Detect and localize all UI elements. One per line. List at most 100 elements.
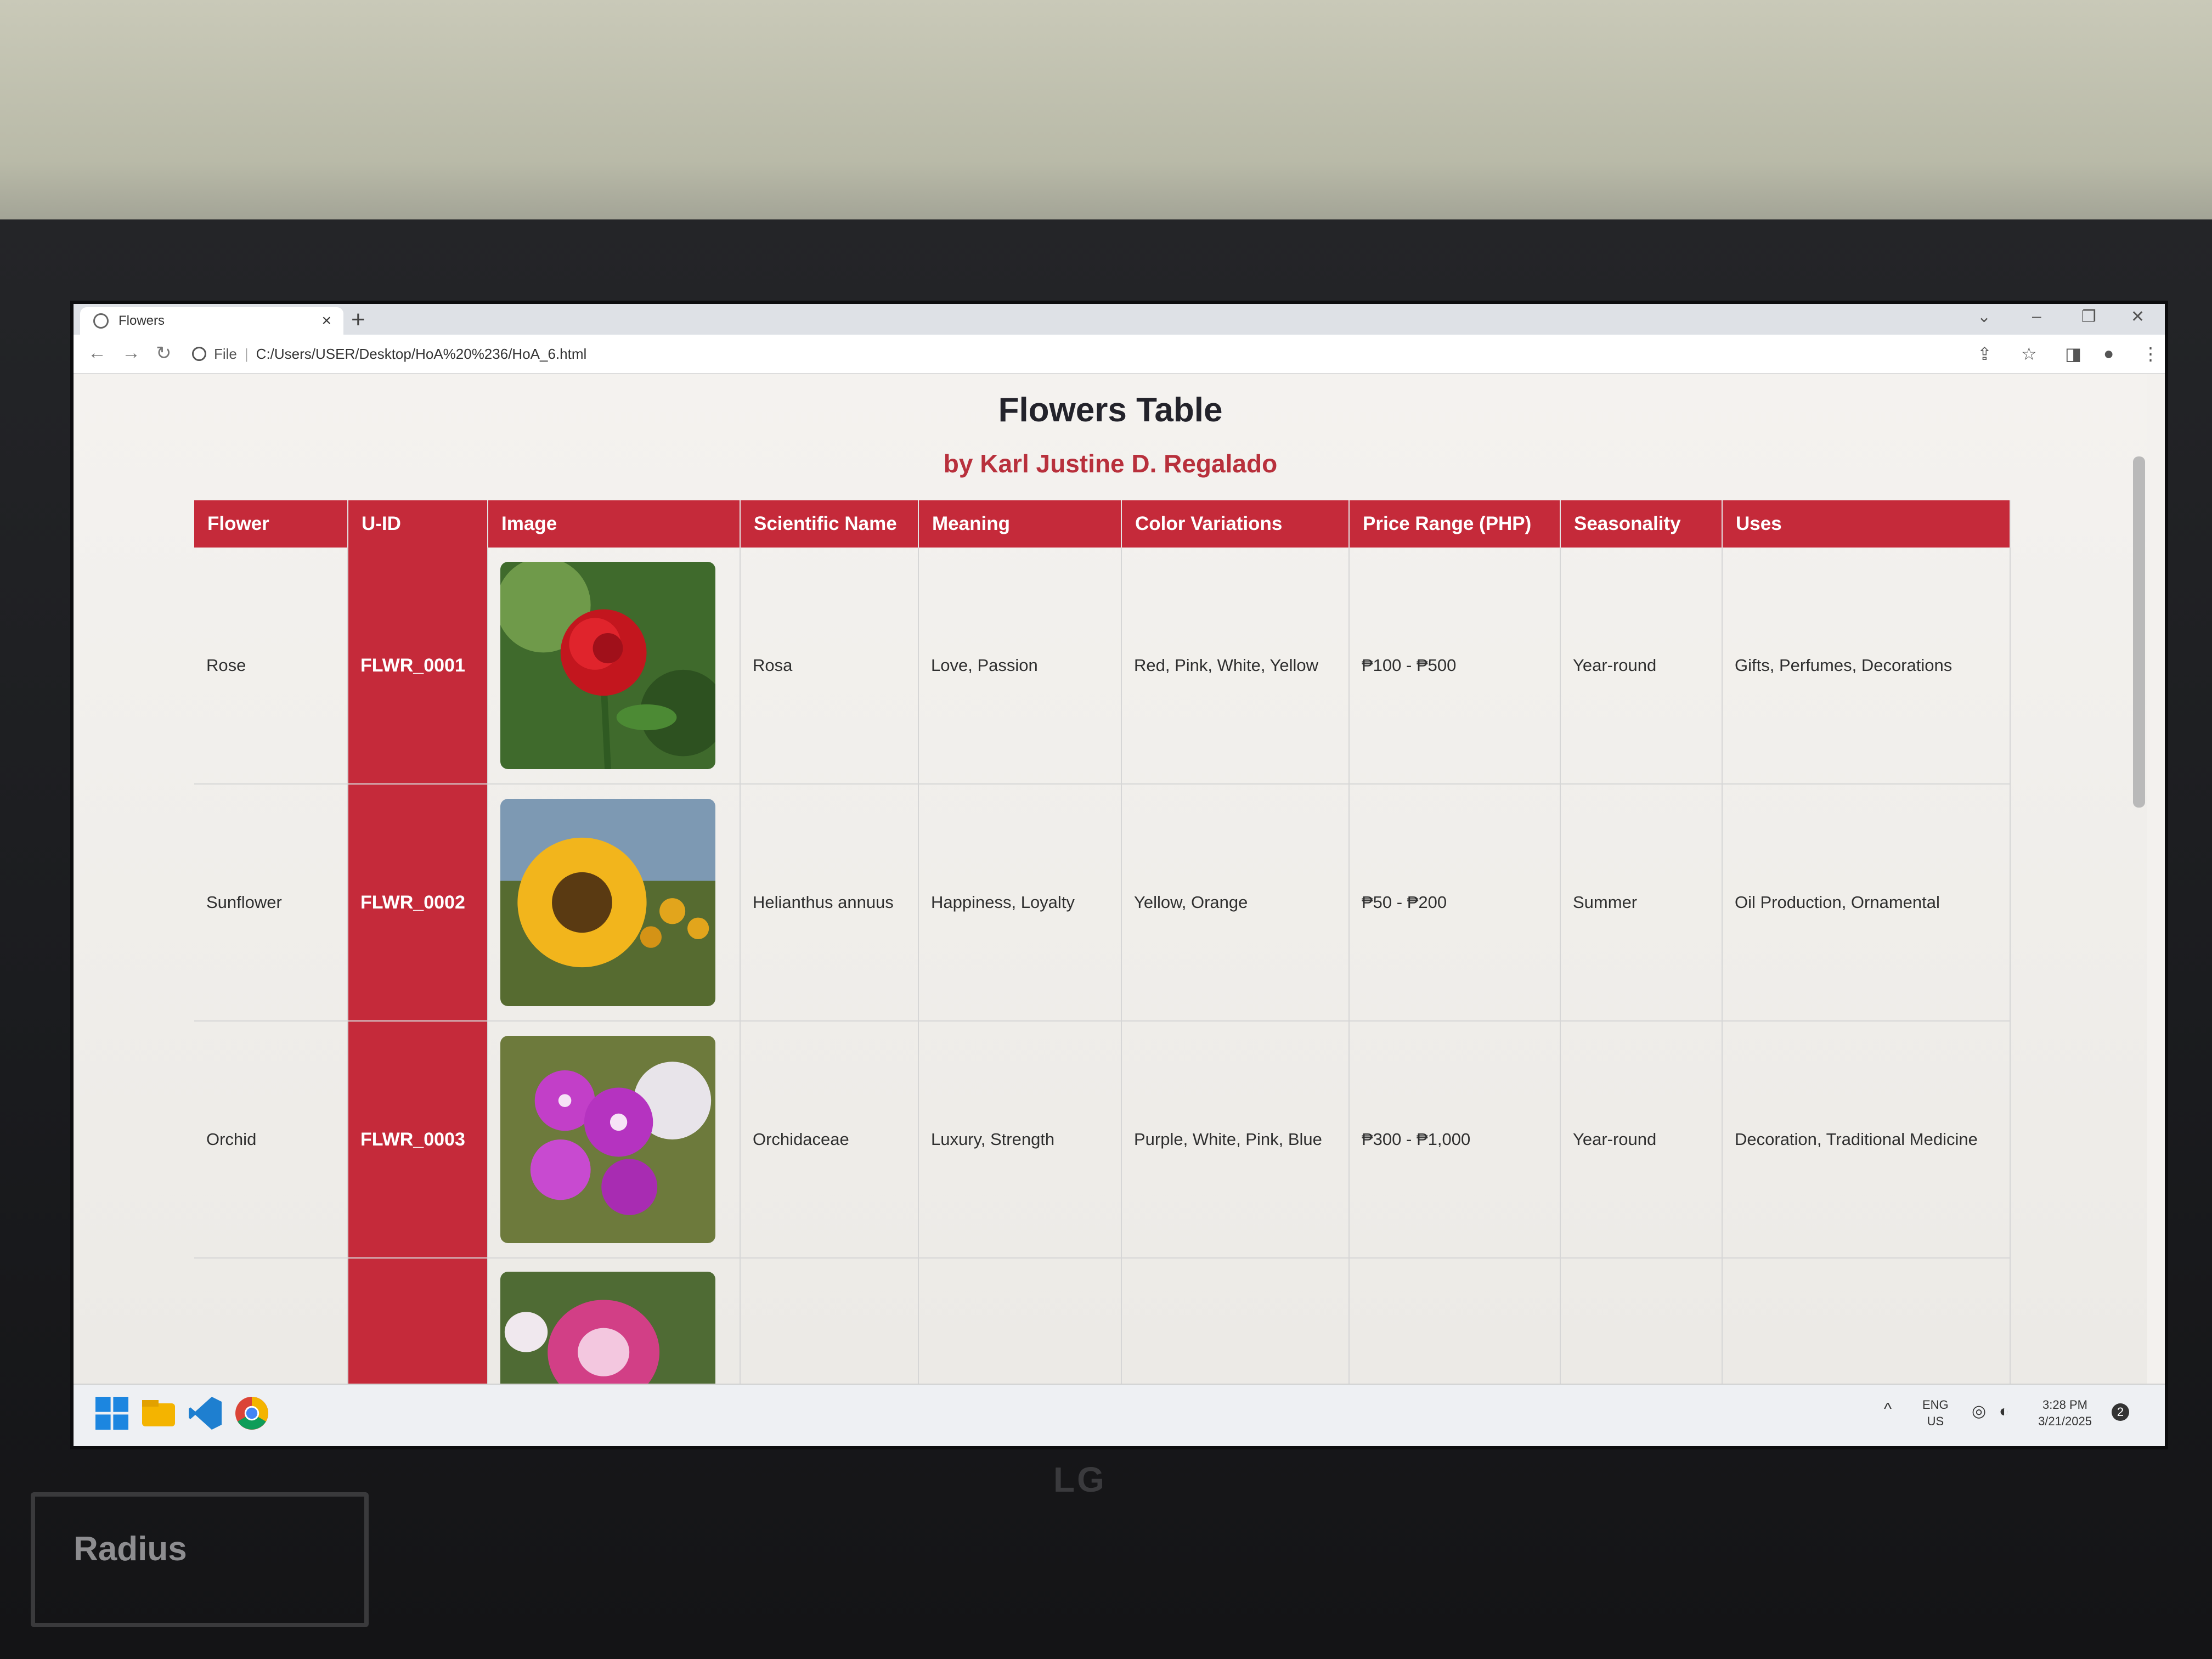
cell-scientific-name: Orchidaceae [740, 1021, 919, 1259]
cell-flower [194, 1258, 348, 1384]
sunflower-photo [500, 799, 715, 1006]
cell-flower: Rose [194, 548, 348, 785]
cell-uses: Gifts, Perfumes, Decorations [1722, 548, 2011, 785]
windows-start-icon[interactable] [95, 1397, 128, 1430]
browser-tab[interactable]: Flowers × [80, 307, 343, 335]
url-scheme: File [214, 345, 237, 362]
cell-uid [348, 1258, 488, 1384]
info-icon[interactable] [192, 347, 206, 361]
minimize-icon[interactable]: – [2032, 307, 2041, 326]
table-header-row: Flower U-ID Image Scientific Name Meanin… [194, 500, 2011, 548]
vscode-icon[interactable] [189, 1397, 222, 1430]
cell-image [488, 1258, 741, 1384]
header-uid: U-ID [348, 500, 488, 548]
cell-color-variations [1121, 1258, 1350, 1384]
tray-chevron-icon[interactable]: ^ [1884, 1401, 1892, 1418]
header-color-variations: Color Variations [1121, 500, 1350, 548]
cell-color-variations: Red, Pink, White, Yellow [1121, 548, 1350, 785]
cell-uid: FLWR_0003 [348, 1021, 488, 1259]
tab-title: Flowers [119, 313, 165, 328]
wall-background [0, 0, 2212, 230]
clock[interactable]: 3:28 PM 3/21/2025 [2027, 1397, 2103, 1430]
menu-icon[interactable]: ⋮ [2142, 343, 2159, 364]
cell-price-range: ₱50 - ₱200 [1349, 784, 1561, 1022]
file-explorer-icon[interactable] [142, 1397, 175, 1430]
header-meaning: Meaning [918, 500, 1122, 548]
browser-toolbar: ← → ↻ File | C:/Users/USER/Desktop/HoA%2… [74, 335, 2165, 374]
cell-price-range: ₱300 - ₱1,000 [1349, 1021, 1561, 1259]
header-flower: Flower [194, 500, 348, 548]
table-row [194, 1258, 2011, 1384]
page-subtitle: by Karl Justine D. Regalado [943, 449, 1278, 478]
cell-scientific-name: Rosa [740, 548, 919, 785]
page-scrollbar[interactable] [2133, 456, 2145, 808]
cell-image [488, 784, 741, 1022]
chrome-icon[interactable] [235, 1397, 268, 1430]
header-scientific-name: Scientific Name [740, 500, 919, 548]
header-uses: Uses [1722, 500, 2011, 548]
bookmark-star-icon[interactable]: ☆ [2021, 343, 2037, 364]
cell-meaning: Love, Passion [918, 548, 1122, 785]
url-text: C:/Users/USER/Desktop/HoA%20%236/HoA_6.h… [256, 345, 587, 362]
cell-uses: Oil Production, Ornamental [1722, 784, 2011, 1022]
cell-scientific-name [740, 1258, 919, 1384]
sticker-label: Radius [74, 1530, 187, 1568]
rose-photo [500, 562, 715, 769]
close-window-icon[interactable]: ✕ [2131, 307, 2145, 326]
cell-price-range [1349, 1258, 1561, 1384]
language-code: ENG [1922, 1398, 1949, 1412]
cell-uses: Decoration, Traditional Medicine [1722, 1021, 2011, 1259]
tab-close-icon[interactable]: × [321, 312, 331, 330]
page-content: Flowers Table by Karl Justine D. Regalad… [74, 374, 2147, 1384]
table-row: Sunflower FLWR_0002 Helianthus annuus Ha… [194, 784, 2011, 1022]
cell-meaning [918, 1258, 1122, 1384]
browser-tabstrip: Flowers × + ⌄ – ❐ ✕ [74, 304, 2165, 335]
header-price-range: Price Range (PHP) [1349, 500, 1561, 548]
cell-scientific-name: Helianthus annuus [740, 784, 919, 1022]
clock-time: 3:28 PM [2042, 1398, 2087, 1412]
flowers-table: Flower U-ID Image Scientific Name Meanin… [194, 500, 2011, 1384]
orchid-photo [500, 1036, 715, 1243]
cell-flower: Sunflower [194, 784, 348, 1022]
forward-icon[interactable]: → [122, 342, 140, 364]
url-separator: | [244, 345, 249, 362]
table-row: Rose FLWR_0001 Rosa Love, Passion Red, P… [194, 548, 2011, 785]
windows-taskbar: ^ ENG US ◎ ◐ 3:28 PM 3/21/2025 2 [74, 1384, 2165, 1446]
side-panel-icon[interactable]: ◨ [2065, 343, 2081, 364]
cell-uses [1722, 1258, 2011, 1384]
monitor-brand-logo: LG [1053, 1460, 1107, 1499]
share-icon[interactable]: ⇪ [1977, 343, 1992, 364]
cell-color-variations: Purple, White, Pink, Blue [1121, 1021, 1350, 1259]
cell-meaning: Happiness, Loyalty [918, 784, 1122, 1022]
cell-uid: FLWR_0002 [348, 784, 488, 1022]
restore-icon[interactable]: ❐ [2081, 307, 2096, 326]
monitor-screen: Flowers × + ⌄ – ❐ ✕ ← → ↻ File | C:/User… [70, 301, 2168, 1449]
table-row: Orchid FLWR_0003 Orchidaceae Luxury, Str… [194, 1021, 2011, 1259]
cell-meaning: Luxury, Strength [918, 1021, 1122, 1259]
clock-date: 3/21/2025 [2038, 1414, 2092, 1428]
cell-seasonality: Year-round [1560, 1021, 1723, 1259]
cell-seasonality [1560, 1258, 1723, 1384]
notification-badge[interactable]: 2 [2112, 1403, 2129, 1421]
radius-sticker: Radius [31, 1492, 369, 1627]
profile-icon[interactable]: ● [2103, 343, 2114, 364]
volume-icon[interactable]: ◐ [1999, 1403, 2009, 1420]
page-title: Flowers Table [998, 391, 1223, 429]
language-indicator[interactable]: ENG US [1922, 1397, 1949, 1430]
reload-icon[interactable]: ↻ [156, 342, 172, 364]
cell-uid: FLWR_0001 [348, 548, 488, 785]
network-icon[interactable]: ◎ [1972, 1403, 1986, 1420]
new-tab-button[interactable]: + [351, 306, 365, 334]
header-image: Image [488, 500, 741, 548]
tab-search-icon[interactable]: ⌄ [1977, 307, 1991, 326]
address-bar[interactable]: File | C:/Users/USER/Desktop/HoA%20%236/… [192, 341, 2002, 366]
cell-seasonality: Year-round [1560, 548, 1723, 785]
back-icon[interactable]: ← [88, 342, 106, 364]
region-code: US [1927, 1414, 1944, 1428]
cell-image [488, 1021, 741, 1259]
header-seasonality: Seasonality [1560, 500, 1723, 548]
cell-seasonality: Summer [1560, 784, 1723, 1022]
globe-icon [93, 313, 109, 329]
cell-flower: Orchid [194, 1021, 348, 1259]
lily-photo [500, 1272, 715, 1384]
